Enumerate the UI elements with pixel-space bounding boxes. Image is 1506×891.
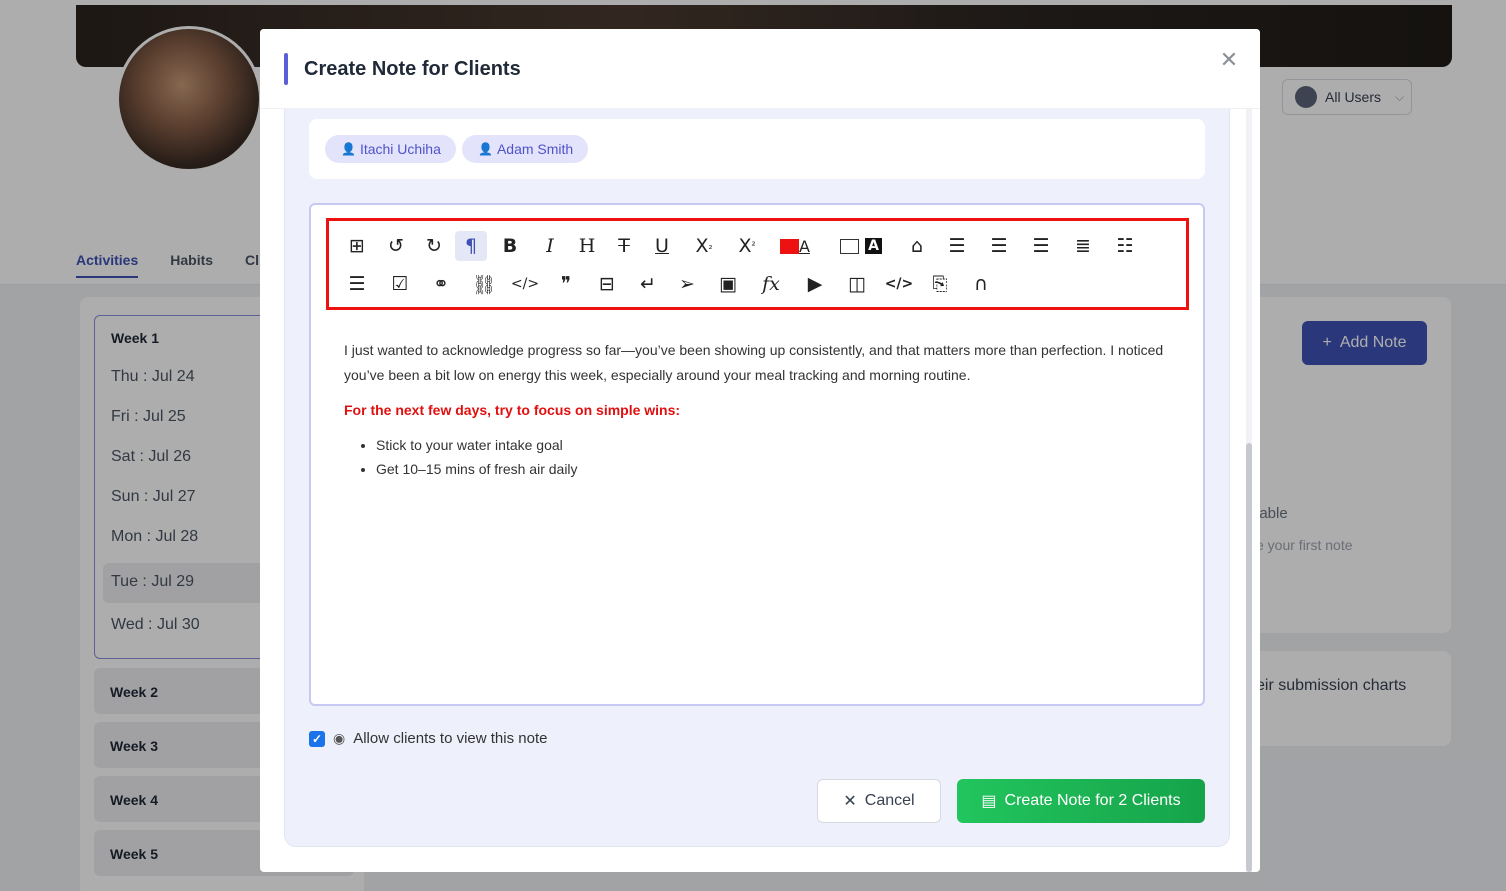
align-right-icon[interactable]: ☰	[1025, 231, 1057, 261]
note-focus-heading: For the next few days, try to focus on s…	[344, 402, 681, 418]
font-color-icon[interactable]: A	[775, 231, 815, 261]
recipient-name: Itachi Uchiha	[359, 141, 441, 157]
checklist-icon[interactable]: ☑	[384, 269, 416, 299]
numbered-list-icon[interactable]: ☰	[341, 269, 373, 299]
allow-view-option[interactable]: ✓ ◉ Allow clients to view this note	[309, 730, 547, 747]
create-note-button[interactable]: ▤ Create Note for 2 Clients	[957, 779, 1205, 823]
scrollbar-thumb[interactable]	[1246, 443, 1252, 872]
table-icon[interactable]: ⊞	[341, 231, 373, 261]
inline-code-icon[interactable]: </>	[509, 269, 541, 299]
subscript-icon[interactable]: X₂	[688, 231, 720, 261]
heading-icon[interactable]: H	[571, 231, 603, 261]
create-note-modal: Create Note for Clients ✕ 👤 Itachi Uchih…	[260, 29, 1260, 872]
link-icon[interactable]: ⚭	[425, 269, 457, 299]
blockquote-icon[interactable]: ❞	[550, 269, 582, 299]
italic-icon[interactable]: I	[534, 231, 566, 261]
allow-view-label: Allow clients to view this note	[353, 730, 548, 747]
align-center-icon[interactable]: ☰	[983, 231, 1015, 261]
strikethrough-icon[interactable]: T	[608, 231, 640, 261]
rich-text-editor[interactable]: ⊞ ↺ ↻ ¶ B I H T U X₂ X² A A ⌂ ☰ ☰ ☰ ≣ ☷ …	[309, 203, 1205, 706]
align-justify-icon[interactable]: ≣	[1067, 231, 1099, 261]
title-accent-bar	[284, 53, 288, 85]
highlight-color-icon[interactable]: A	[837, 231, 885, 261]
formula-icon[interactable]: fx	[755, 269, 787, 299]
recipient-chip[interactable]: 👤 Adam Smith	[462, 135, 589, 163]
cancel-button[interactable]: ✕ Cancel	[817, 779, 941, 823]
undo-icon[interactable]: ↺	[380, 231, 412, 261]
close-icon: ✕	[843, 793, 857, 810]
eye-icon: ◉	[333, 730, 346, 746]
align-left-icon[interactable]: ☰	[941, 231, 973, 261]
recipient-chip[interactable]: 👤 Itachi Uchiha	[325, 135, 456, 163]
unlink-icon[interactable]: ⛓	[468, 269, 500, 299]
image-icon[interactable]: ▣	[712, 269, 744, 299]
superscript-icon[interactable]: X²	[731, 231, 763, 261]
bold-icon[interactable]: B	[494, 231, 526, 261]
person-icon: 👤	[478, 142, 493, 156]
recipient-name: Adam Smith	[496, 141, 574, 157]
save-icon: ▤	[981, 793, 997, 810]
code-block-icon[interactable]: </>	[883, 269, 915, 299]
list-item: Stick to your water intake goal	[376, 433, 1174, 457]
audio-icon[interactable]: ∩	[965, 269, 997, 299]
editor-toolbar: ⊞ ↺ ↻ ¶ B I H T U X₂ X² A A ⌂ ☰ ☰ ☰ ≣ ☷ …	[326, 218, 1189, 310]
create-note-label: Create Note for 2 Clients	[1004, 792, 1181, 809]
modal-header: Create Note for Clients ✕	[260, 29, 1260, 109]
allow-view-checkbox[interactable]: ✓	[309, 730, 325, 747]
editor-content[interactable]: I just wanted to acknowledge progress so…	[344, 338, 1174, 481]
list-item: Get 10–15 mins of fresh air daily	[376, 457, 1174, 481]
close-icon[interactable]: ✕	[1216, 47, 1242, 73]
note-bullet-list: Stick to your water intake goal Get 10–1…	[344, 433, 1174, 481]
video-icon[interactable]: ◫	[841, 269, 873, 299]
youtube-icon[interactable]: ▶	[799, 269, 831, 299]
embed-file-icon[interactable]: ⎘	[924, 269, 956, 299]
line-break-icon[interactable]: ↵	[632, 269, 664, 299]
modal-title: Create Note for Clients	[304, 58, 521, 80]
recipients-box: 👤 Itachi Uchiha 👤 Adam Smith	[309, 119, 1205, 179]
person-icon: 👤	[341, 142, 356, 156]
redo-icon[interactable]: ↻	[418, 231, 450, 261]
horizontal-rule-icon[interactable]: ⊟	[591, 269, 623, 299]
cancel-label: Cancel	[864, 792, 915, 809]
send-icon[interactable]: ➢	[671, 269, 703, 299]
paragraph-icon[interactable]: ¶	[455, 231, 487, 261]
note-paragraph: I just wanted to acknowledge progress so…	[344, 342, 1164, 383]
bullet-list-icon[interactable]: ☷	[1109, 231, 1141, 261]
clear-format-icon[interactable]: ⌂	[901, 231, 933, 261]
underline-icon[interactable]: U	[646, 231, 678, 261]
